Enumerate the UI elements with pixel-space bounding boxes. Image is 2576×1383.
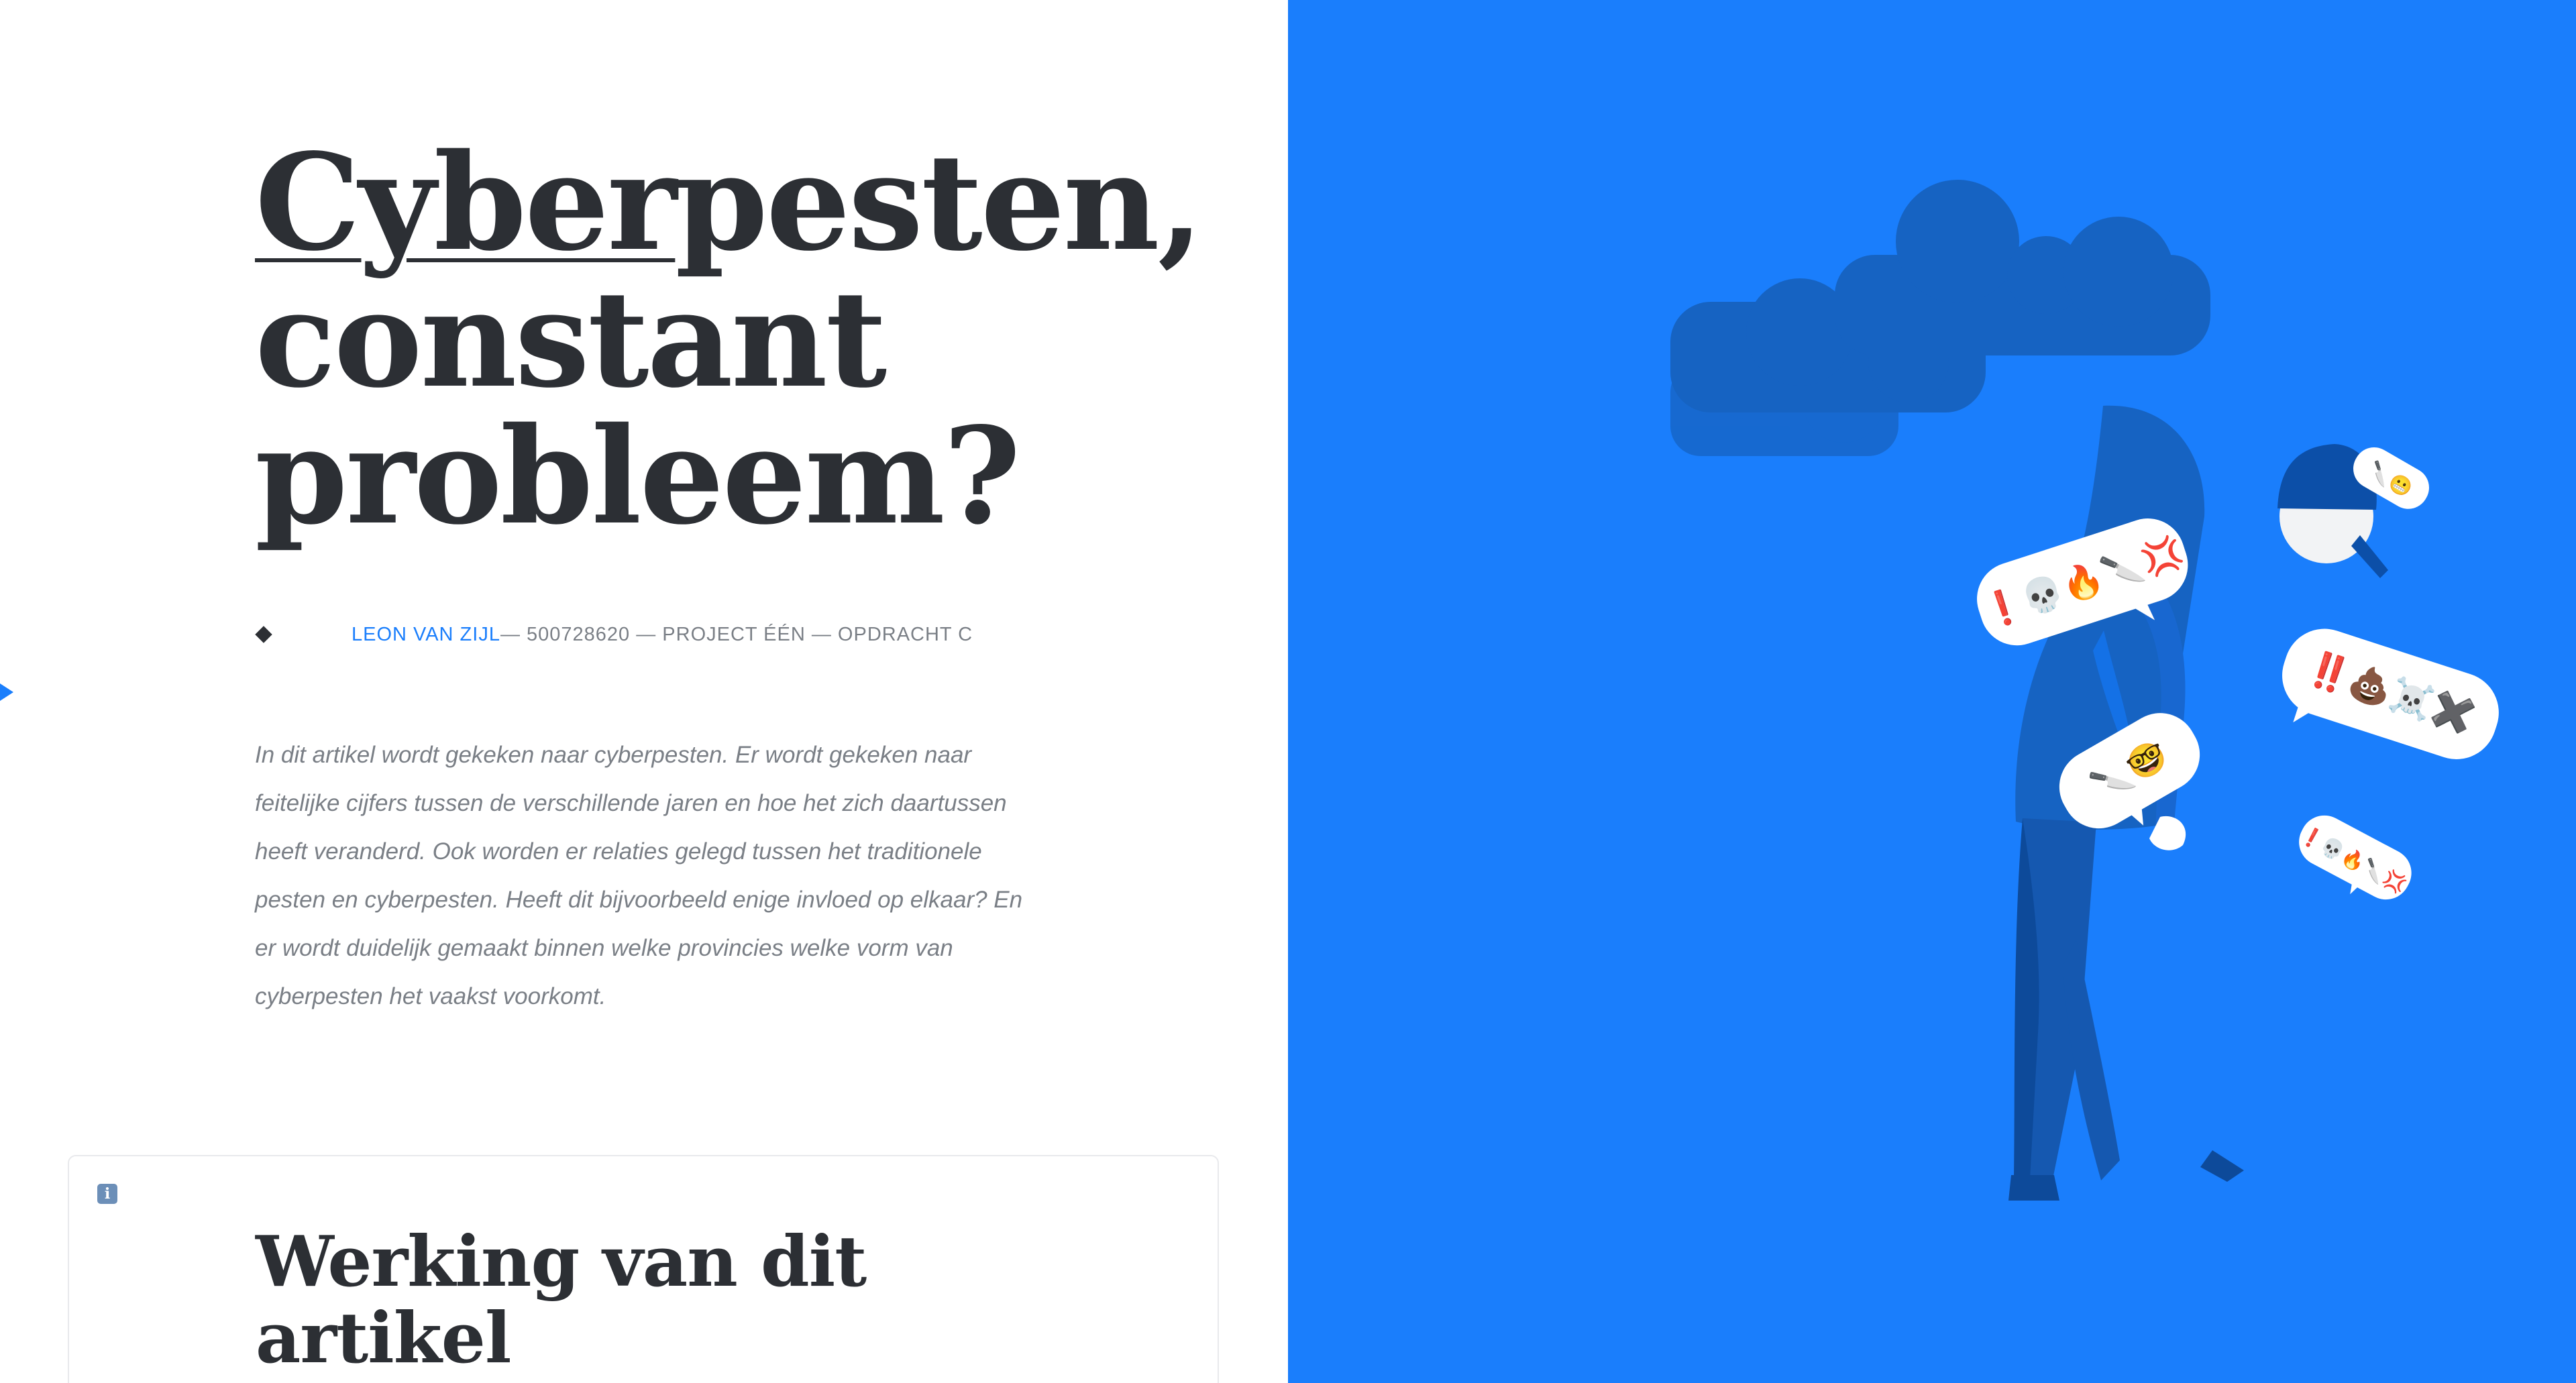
illustration-panel: ❗💀🔥🔪💢 🔪🤓 ‼️💩☠️✖️ ❗💀🔥🔪💢 🔪😬 (1288, 0, 2576, 1383)
title-underlined-word: Cyber (255, 124, 677, 280)
page: Cyberpesten, constant probleem? LEON VAN… (0, 0, 2576, 1383)
speech-bubble-4: ❗💀🔥🔪💢 (2296, 815, 2412, 900)
info-card-title: Werking van dit artikel (256, 1220, 867, 1379)
sad-person-illustration: ❗💀🔥🔪💢 🔪🤓 ‼️💩☠️✖️ ❗💀🔥🔪💢 🔪😬 (1670, 180, 2499, 1201)
article-panel: Cyberpesten, constant probleem? LEON VAN… (0, 0, 1288, 1383)
title-line-2: constant (255, 261, 887, 417)
byline: LEON VAN ZIJL — 500728620 — PROJECT ÉÉN … (255, 621, 973, 648)
info-icon: i (97, 1184, 117, 1204)
title-line-3: probleem? (255, 398, 1021, 554)
title-line-1: Cyberpesten, (255, 134, 1204, 271)
byline-details: — 500728620 — PROJECT ÉÉN — OPDRACHT C (500, 623, 973, 645)
intro-text: In dit artikel wordt gekeken naar cyberp… (255, 742, 1023, 1009)
info-card: i Werking van dit artikel (68, 1155, 1219, 1383)
page-title: Cyberpesten, constant probleem? (255, 134, 1204, 554)
diamond-icon (255, 626, 272, 643)
author-name[interactable]: LEON VAN ZIJL (352, 624, 500, 646)
speech-bubble-3: ‼️💩☠️✖️ (2282, 628, 2499, 759)
side-nav-arrow-icon[interactable] (0, 677, 13, 707)
title-line-1-rest: pesten, (675, 124, 1203, 280)
